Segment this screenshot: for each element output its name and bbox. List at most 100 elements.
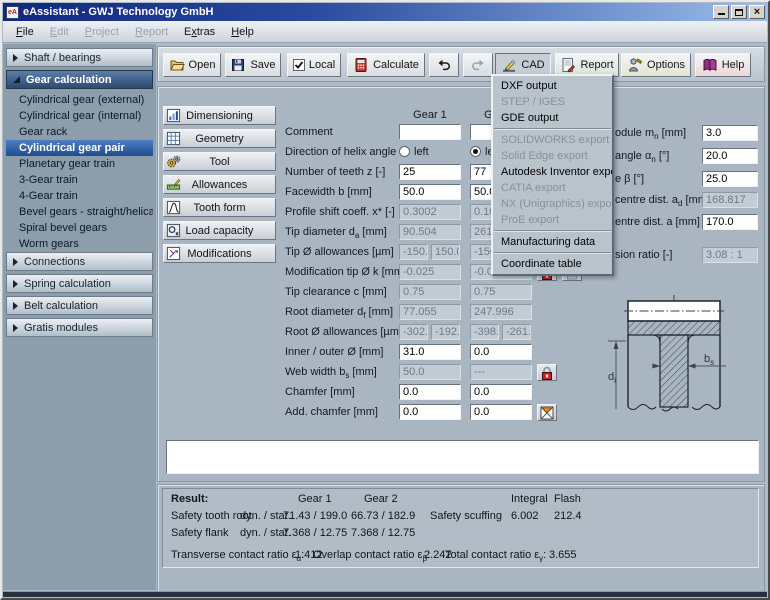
result-col-integral: Integral — [511, 493, 548, 505]
section-button-geometry[interactable]: Geometry — [163, 129, 276, 148]
field-angle-n[interactable]: 20.0 — [702, 148, 758, 164]
cad-menu-item-gde-output[interactable]: GDE output — [493, 110, 612, 126]
toolbar-button-redo — [463, 53, 493, 77]
drawing-di-label: di — [608, 371, 616, 385]
field-chamfer-mm-gear1[interactable]: 0.0 — [399, 384, 461, 400]
field-sion-ratio: 3.08 : 1 — [702, 247, 758, 263]
message-area[interactable] — [166, 440, 759, 474]
toolbar-button-calculate[interactable]: Calculate — [347, 53, 425, 77]
sidebar-section-belt-calculation[interactable]: Belt calculation — [6, 296, 153, 315]
toolbar-button-help[interactable]: Help — [695, 53, 751, 77]
sidebar-item-cylindrical-gear-internal[interactable]: Cylindrical gear (internal) — [6, 108, 153, 124]
section-button-tool[interactable]: Tool — [163, 152, 276, 171]
sidebar-section-label: Belt calculation — [24, 300, 98, 312]
label-centre-dist-a-d-mm: centre dist. ad [mm] — [615, 192, 710, 208]
label-angle-n: angle αn [°] — [615, 148, 669, 164]
cad-menu-item-autodesk-inventor-export[interactable]: Autodesk Inventor export — [493, 164, 612, 180]
menu-separator — [494, 252, 611, 254]
sidebar-section-label: Connections — [24, 256, 85, 268]
sidebar-item-planetary-gear-train[interactable]: Planetary gear train — [6, 156, 153, 172]
label-sion-ratio: sion ratio [-] — [615, 247, 672, 263]
toolbar: OpenSaveLocalCalculateCADReportOptionsHe… — [157, 46, 765, 82]
field-profile-shift-coeff-x-gear1: 0.3002 — [399, 204, 461, 220]
sidebar-section-spring-calculation[interactable]: Spring calculation — [6, 274, 153, 293]
toolbar-button-options[interactable]: Options — [621, 53, 691, 77]
cad-menu-item-coordinate-table[interactable]: Coordinate table — [493, 256, 612, 272]
close-button[interactable]: × — [749, 5, 765, 19]
sidebar-item-4-gear-train[interactable]: 4-Gear train — [6, 188, 153, 204]
result-value: 212.4 — [554, 510, 582, 522]
field-inner-outer-mm-gear2[interactable]: 0.0 — [470, 344, 532, 360]
section-button-label: Load capacity — [186, 225, 254, 237]
menu-help[interactable]: Help — [223, 24, 262, 40]
field-inner-outer-mm-gear1[interactable]: 31.0 — [399, 344, 461, 360]
expand-icon — [13, 258, 18, 266]
chamfer-icon-button[interactable] — [537, 404, 557, 421]
toolbar-button-local[interactable]: Local — [287, 53, 341, 77]
toolbar-button-save[interactable]: Save — [225, 53, 281, 77]
section-button-label: Tooth form — [194, 202, 246, 214]
section-button-label: Dimensioning — [186, 110, 253, 122]
sidebar-section-shaft-bearings[interactable]: Shaft / bearings — [6, 48, 153, 67]
toolbar-button-undo[interactable] — [429, 53, 459, 77]
label-number-of-teeth-z: Number of teeth z [-] — [285, 164, 385, 180]
label-tip-diameter-d-a-mm: Tip diameter da [mm] — [285, 224, 387, 240]
cad-menu-item-step-iges: STEP / IGES — [493, 94, 612, 110]
cad-menu-item-manufacturing-data[interactable]: Manufacturing data — [493, 234, 612, 250]
field-root-allowances-m-gear1-upper: -192.3 — [431, 324, 460, 340]
field-comment-gear1[interactable] — [399, 124, 461, 140]
sidebar-item-3-gear-train[interactable]: 3-Gear train — [6, 172, 153, 188]
section-button-allowances[interactable]: Allowances — [163, 175, 276, 194]
result-value: 7.368 / 12.75 — [351, 527, 415, 539]
result-row-label: Safety scuffing — [430, 510, 502, 522]
section-button-dimensioning[interactable]: Dimensioning — [163, 106, 276, 125]
section-button-tooth-form[interactable]: Tooth form — [163, 198, 276, 217]
sidebar-item-cylindrical-gear-external[interactable]: Cylindrical gear (external) — [6, 92, 153, 108]
load-capacity-icon — [166, 223, 181, 238]
sidebar-item-worm-gears[interactable]: Worm gears — [6, 236, 153, 252]
field-add-chamfer-mm-gear1[interactable]: 0.0 — [399, 404, 461, 420]
label-direction-of-helix-angle: Direction of helix angle — [285, 144, 396, 160]
title-bar: eA eAssistant - GWJ Technology GmbH × — [3, 3, 767, 21]
lock-icon-button[interactable] — [537, 364, 557, 381]
sidebar-item-bevel-gears-straight-helical[interactable]: Bevel gears - straight/helical — [6, 204, 153, 220]
section-button-load-capacity[interactable]: Load capacity — [163, 221, 276, 240]
expand-icon — [13, 324, 18, 332]
gear-pair-form: di bs DimensioningGeometryToolAllowances… — [157, 86, 765, 482]
field-number-of-teeth-z-gear1[interactable]: 25 — [399, 164, 461, 180]
maximize-button[interactable] — [731, 5, 747, 19]
radio-direction-of-helix-angle-gear1[interactable]: left — [399, 144, 429, 160]
application-window: eA eAssistant - GWJ Technology GmbH × Fi… — [0, 0, 770, 600]
label-entre-dist-a-mm: entre dist. a [mm] — [615, 214, 700, 230]
sidebar-section-gear-calculation[interactable]: Gear calculation — [6, 70, 153, 89]
cad-menu-item-dxf-output[interactable]: DXF output — [493, 78, 612, 94]
sidebar-item-gear-rack[interactable]: Gear rack — [6, 124, 153, 140]
result-value: 7.368 / 12.75 — [283, 527, 347, 539]
sidebar-item-cylindrical-gear-pair[interactable]: Cylindrical gear pair — [6, 140, 153, 156]
label-facewidth-b-mm: Facewidth b [mm] — [285, 184, 372, 200]
menu-report: Report — [127, 24, 176, 40]
field-entre-dist-a-mm[interactable]: 170.0 — [702, 214, 758, 230]
menu-file[interactable]: File — [8, 24, 42, 40]
section-button-label: Tool — [209, 156, 229, 168]
minimize-button[interactable] — [713, 5, 729, 19]
field-odule-m-n-mm[interactable]: 3.0 — [702, 125, 758, 141]
field-add-chamfer-mm-gear2[interactable]: 0.0 — [470, 404, 532, 420]
cad-menu-item-nx-unigraphics-export: NX (Unigraphics) export — [493, 196, 612, 212]
menu-extras[interactable]: Extras — [176, 24, 223, 40]
menu-edit: Edit — [42, 24, 77, 40]
toolbar-button-open[interactable]: Open — [163, 53, 221, 77]
expand-icon — [13, 54, 18, 62]
section-button-modifications[interactable]: Modifications — [163, 244, 276, 263]
field-root-diameter-d-f-mm-gear1: 77.055 — [399, 304, 461, 320]
field-chamfer-mm-gear2[interactable]: 0.0 — [470, 384, 532, 400]
calculate-icon — [353, 57, 369, 73]
result-value: 6.002 — [511, 510, 539, 522]
sidebar-section-gratis-modules[interactable]: Gratis modules — [6, 318, 153, 337]
sidebar-item-spiral-bevel-gears[interactable]: Spiral bevel gears — [6, 220, 153, 236]
field-facewidth-b-mm-gear1[interactable]: 50.0 — [399, 184, 461, 200]
sidebar-section-label: Shaft / bearings — [24, 52, 101, 64]
sidebar-section-connections[interactable]: Connections — [6, 252, 153, 271]
sidebar: Shaft / bearings Gear calculation Cylindri… — [3, 44, 156, 590]
field-e[interactable]: 25.0 — [702, 171, 758, 187]
